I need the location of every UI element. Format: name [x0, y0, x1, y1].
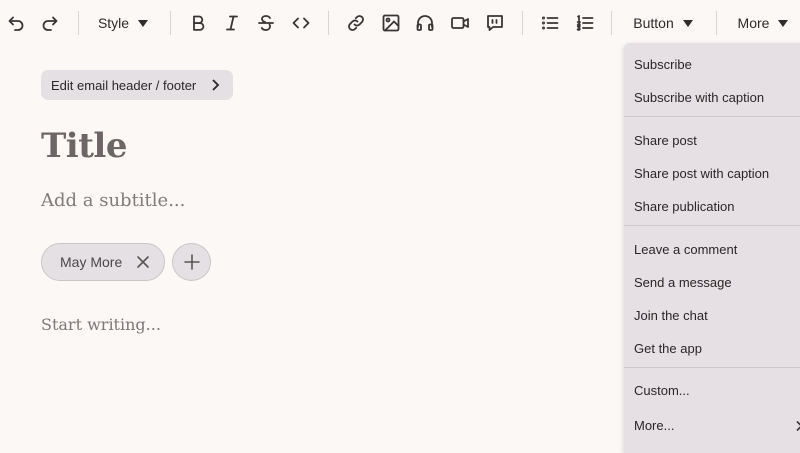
- toolbar-divider: [170, 11, 171, 35]
- chevron-right-icon: [794, 419, 800, 432]
- menu-item-subscribe[interactable]: Subscribe: [634, 57, 692, 72]
- strikethrough-icon: [258, 15, 274, 31]
- italic-icon: [226, 15, 238, 31]
- redo-button[interactable]: [39, 8, 61, 38]
- toolbar-divider: [716, 11, 717, 35]
- menu-item-share-post[interactable]: Share post: [634, 133, 697, 148]
- more-dropdown[interactable]: More: [737, 8, 789, 38]
- menu-item-get-app[interactable]: Get the app: [634, 341, 702, 356]
- pull-quote-button[interactable]: [484, 8, 506, 38]
- add-author-button[interactable]: [172, 243, 211, 281]
- menu-item-share-post-with-caption[interactable]: Share post with caption: [634, 166, 769, 181]
- style-dropdown[interactable]: Style: [97, 8, 149, 38]
- chevron-right-icon: [212, 79, 220, 91]
- plus-icon: [183, 254, 200, 270]
- menu-divider: [624, 225, 800, 226]
- audio-button[interactable]: [414, 8, 436, 38]
- edit-header-footer-button[interactable]: Edit email header / footer: [41, 70, 233, 100]
- menu-item-subscribe-with-caption[interactable]: Subscribe with caption: [634, 90, 764, 105]
- button-label: Button: [633, 15, 674, 31]
- menu-item-custom[interactable]: Custom...: [634, 383, 690, 398]
- toolbar-divider: [78, 11, 79, 35]
- code-icon: [292, 17, 310, 29]
- image-button[interactable]: [380, 8, 402, 38]
- strikethrough-button[interactable]: [255, 8, 277, 38]
- toolbar-divider: [522, 11, 523, 35]
- bullet-list-icon: [542, 16, 559, 30]
- toolbar-divider: [611, 11, 612, 35]
- caret-down-icon: [138, 20, 149, 27]
- author-tag-label: May More: [60, 254, 123, 270]
- button-dropdown-menu: Subscribe Subscribe with caption Share p…: [624, 43, 800, 453]
- remove-author-button[interactable]: [136, 255, 150, 269]
- caret-down-icon: [682, 20, 693, 27]
- undo-button[interactable]: [5, 8, 27, 38]
- italic-button[interactable]: [221, 8, 243, 38]
- toolbar-divider: [328, 11, 329, 35]
- numbered-list-icon: [576, 15, 594, 31]
- menu-divider: [624, 367, 800, 368]
- button-dropdown[interactable]: Button: [632, 8, 694, 38]
- menu-item-more[interactable]: More...: [634, 418, 674, 433]
- author-tag: May More: [41, 243, 165, 281]
- menu-item-send-message[interactable]: Send a message: [634, 275, 732, 290]
- caret-down-icon: [778, 20, 789, 27]
- close-icon: [137, 256, 149, 268]
- audio-icon: [416, 15, 434, 31]
- video-button[interactable]: [449, 8, 471, 38]
- bold-icon: [193, 15, 205, 31]
- menu-divider: [624, 116, 800, 117]
- post-body-input[interactable]: Start writing...: [41, 315, 161, 334]
- more-label: More: [737, 15, 770, 31]
- redo-icon: [42, 16, 58, 31]
- link-icon: [348, 15, 364, 31]
- menu-item-leave-comment[interactable]: Leave a comment: [634, 242, 737, 257]
- numbered-list-button[interactable]: [574, 8, 596, 38]
- bullet-list-button[interactable]: [539, 8, 561, 38]
- editor-toolbar: Style Button More: [0, 0, 800, 46]
- style-label: Style: [97, 15, 130, 31]
- undo-icon: [8, 16, 24, 31]
- post-subtitle-input[interactable]: Add a subtitle...: [41, 190, 185, 211]
- video-icon: [451, 17, 469, 29]
- quote-icon: [487, 15, 503, 31]
- edit-header-footer-label: Edit email header / footer: [51, 77, 197, 93]
- link-button[interactable]: [345, 8, 367, 38]
- post-title-input[interactable]: Title: [41, 126, 127, 166]
- menu-item-join-chat[interactable]: Join the chat: [634, 308, 708, 323]
- code-button[interactable]: [290, 8, 312, 38]
- menu-item-share-publication[interactable]: Share publication: [634, 199, 734, 214]
- image-icon: [382, 14, 400, 32]
- bold-button[interactable]: [187, 8, 209, 38]
